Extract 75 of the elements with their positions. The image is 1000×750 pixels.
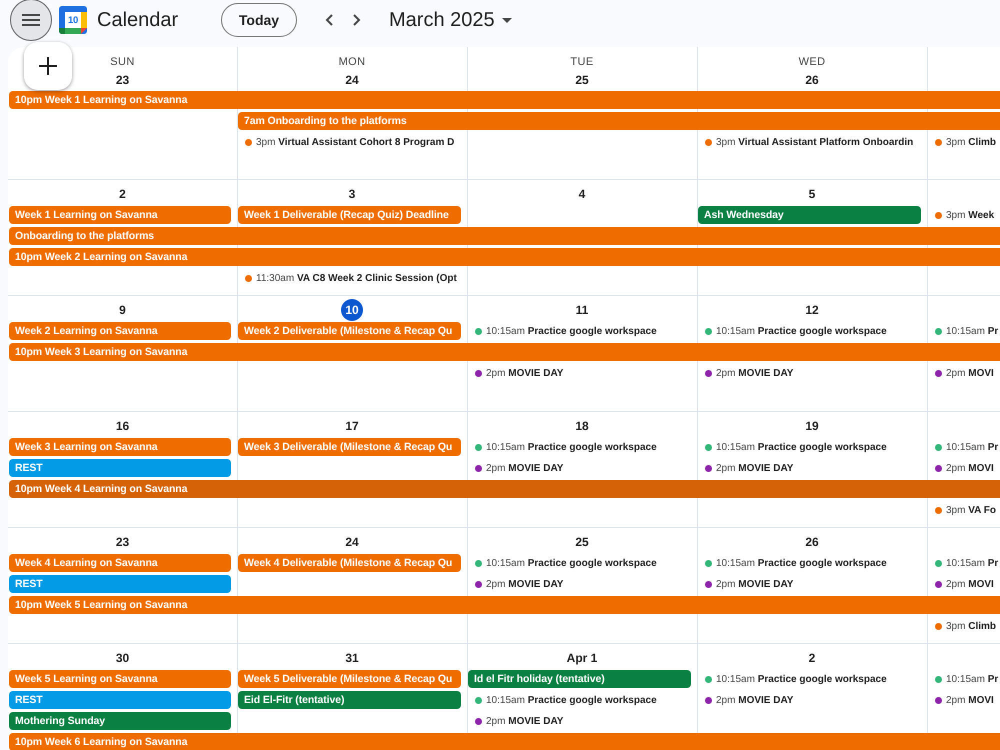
event-item[interactable]: 2pm MOVIE DAY (467, 364, 564, 382)
date-label[interactable]: 23 (112, 69, 134, 91)
event-chip[interactable]: Mothering Sunday (9, 712, 231, 730)
event-item[interactable]: 2pm MOVI (927, 575, 994, 593)
today-button[interactable]: Today (221, 3, 297, 37)
event-item[interactable]: 10:15am Pr (927, 554, 998, 572)
event-item[interactable]: 3pm Virtual Assistant Cohort 8 Program D (237, 133, 454, 151)
weekday-label: TUE (570, 55, 594, 69)
caret-down-icon (502, 18, 512, 22)
date-label[interactable]: 23 (112, 531, 134, 553)
date-label[interactable]: 19 (801, 415, 823, 437)
date-label[interactable]: 26 (801, 69, 823, 91)
date-label[interactable]: 25 (571, 69, 593, 91)
chevron-left-icon (325, 14, 333, 26)
app-title: Calendar (97, 8, 178, 32)
date-label[interactable]: 24 (341, 69, 363, 91)
event-item[interactable]: 2pm MOVI (927, 459, 994, 477)
event-item[interactable]: 2pm MOVIE DAY (697, 575, 794, 593)
event-chip[interactable]: Eid El-Fitr (tentative) (238, 691, 461, 709)
date-label[interactable]: 12 (801, 299, 823, 321)
event-item[interactable]: 11:30am VA C8 Week 2 Clinic Session (Opt (237, 269, 457, 287)
event-item[interactable]: 3pm Climb (927, 133, 996, 151)
date-label[interactable]: 24 (341, 531, 363, 553)
date-label[interactable]: 17 (341, 415, 363, 437)
month-picker[interactable]: March 2025 (389, 8, 512, 32)
event-item[interactable]: 2pm MOVIE DAY (697, 364, 794, 382)
date-label[interactable]: 26 (801, 531, 823, 553)
event-item[interactable]: 10:15am Practice google workspace (467, 691, 657, 709)
event-chip[interactable]: Ash Wednesday (698, 206, 921, 224)
event-item[interactable]: 10:15am Pr (927, 322, 998, 340)
event-item[interactable]: 2pm MOVIE DAY (697, 691, 794, 709)
event-item[interactable]: 2pm MOVIE DAY (467, 712, 564, 730)
event-item[interactable]: 3pm Climb (927, 617, 996, 635)
date-label[interactable]: 25 (571, 531, 593, 553)
plus-icon (39, 57, 57, 75)
weekday-label: SUN (110, 55, 135, 69)
event-item[interactable]: 10:15am Practice google workspace (697, 438, 887, 456)
event-item[interactable]: 3pm VA Fo (927, 501, 996, 519)
event-item[interactable]: 10:15am Practice google workspace (697, 554, 887, 572)
event-item[interactable]: 2pm MOVI (927, 364, 994, 382)
event-chip[interactable]: 10pm Week 4 Learning on Savanna (9, 480, 1000, 498)
event-item[interactable]: 3pm Week (927, 206, 994, 224)
date-label[interactable]: 11 (571, 299, 593, 321)
event-item[interactable]: 10:15am Practice google workspace (697, 322, 887, 340)
date-label[interactable]: Apr 1 (564, 647, 600, 669)
date-label[interactable]: 18 (571, 415, 593, 437)
event-item[interactable]: 10:15am Practice google workspace (467, 322, 657, 340)
weekday-label: MON (338, 55, 366, 69)
event-item[interactable]: 2pm MOVIE DAY (467, 575, 564, 593)
create-button[interactable] (24, 42, 72, 90)
event-item[interactable]: 2pm MOVIE DAY (467, 459, 564, 477)
date-label[interactable]: 2 (801, 647, 823, 669)
event-item[interactable]: 10:15am Practice google workspace (467, 438, 657, 456)
weekday-label: WED (798, 55, 826, 69)
event-chip[interactable]: Id el Fitr holiday (tentative) (468, 670, 691, 688)
event-item[interactable]: 2pm MOVI (927, 691, 994, 709)
calendar-logo: 10 (59, 6, 87, 34)
main-menu-button[interactable] (10, 0, 52, 41)
event-item[interactable]: 10:15am Pr (927, 670, 998, 688)
chevron-right-icon (353, 14, 361, 26)
date-label[interactable]: 5 (801, 183, 823, 205)
date-label[interactable]: 16 (112, 415, 134, 437)
date-label[interactable]: 4 (571, 183, 593, 205)
date-label[interactable]: 30 (112, 647, 134, 669)
date-label[interactable]: 3 (341, 183, 363, 205)
date-label[interactable]: 9 (112, 299, 134, 321)
event-item[interactable]: 10:15am Practice google workspace (467, 554, 657, 572)
date-label[interactable]: 31 (341, 647, 363, 669)
date-label[interactable]: 10 (341, 299, 363, 321)
event-item[interactable]: 10:15am Pr (927, 438, 998, 456)
menu-icon (22, 14, 40, 26)
event-item[interactable]: 2pm MOVIE DAY (697, 459, 794, 477)
event-item[interactable]: 10:15am Practice google workspace (697, 670, 887, 688)
date-label[interactable]: 2 (112, 183, 134, 205)
event-item[interactable]: 3pm Virtual Assistant Platform Onboardin (697, 133, 914, 151)
